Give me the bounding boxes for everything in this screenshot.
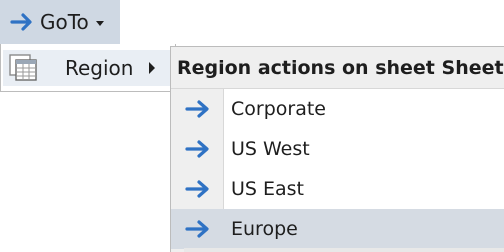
submenu-bottom-edge	[184, 248, 504, 252]
submenu-item-label: US East	[231, 178, 305, 200]
right-arrow-icon	[185, 180, 209, 198]
goto-button-label: GoTo	[40, 10, 89, 34]
submenu-item-label: Corporate	[231, 98, 326, 120]
submenu-item-us-east[interactable]: US East	[171, 169, 504, 209]
caret-down-icon	[95, 21, 104, 26]
region-grid-icon	[9, 54, 37, 81]
right-arrow-icon	[10, 13, 32, 31]
submenu-arrow-icon	[149, 62, 156, 74]
submenu-item-corporate[interactable]: Corporate	[171, 89, 504, 129]
region-submenu: Region actions on sheet Sheet1 Corporate…	[170, 46, 504, 252]
right-arrow-icon	[185, 140, 209, 158]
submenu-item-label: US West	[231, 138, 310, 160]
submenu-item-us-west[interactable]: US West	[171, 129, 504, 169]
goto-dropdown-menu: Region	[0, 44, 176, 92]
menu-item-region-label: Region	[65, 56, 134, 80]
submenu-item-label: Europe	[231, 218, 298, 240]
goto-button[interactable]: GoTo	[0, 0, 120, 44]
right-arrow-icon	[185, 220, 209, 238]
submenu-item-europe[interactable]: Europe	[171, 209, 504, 249]
app-stage: GoTo Region Region actions on sheet Shee…	[0, 0, 504, 252]
submenu-body: Corporate US West US East Europe	[171, 89, 504, 252]
submenu-header: Region actions on sheet Sheet1	[171, 47, 504, 89]
menu-item-region[interactable]: Region	[3, 50, 173, 86]
right-arrow-icon	[185, 100, 209, 118]
